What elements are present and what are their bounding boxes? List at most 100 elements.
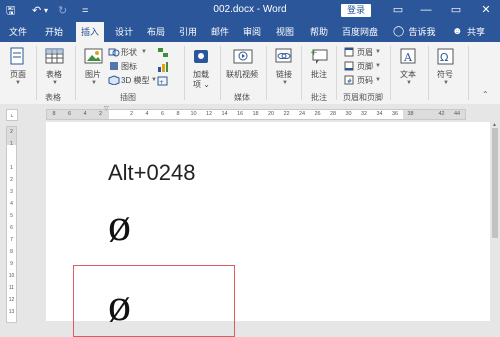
tab-design[interactable]: 设计: [110, 22, 138, 42]
restore-button[interactable]: ▭: [446, 2, 466, 18]
ribbon-insert: 页面 ▼ 表格 ▼ 表格 图片 ▼ 形状 ▼ 图标 3D 模型 ▼ + 插图 加…: [0, 42, 500, 105]
tab-view[interactable]: 视图: [271, 22, 299, 42]
tab-review[interactable]: 审阅: [238, 22, 266, 42]
pictures-label: 图片: [85, 70, 101, 79]
ruler-tick-label: 32: [360, 111, 368, 117]
vruler-tick-label: 4: [10, 201, 13, 207]
group-separator: [184, 46, 185, 100]
vruler-tick-label: 1: [10, 165, 13, 171]
collapse-ribbon-icon[interactable]: ⌃: [482, 90, 489, 99]
ribbon-display-icon[interactable]: ▭: [388, 2, 408, 18]
page-number-label: 页码: [357, 76, 373, 85]
ruler-row: ⌞ 8 6 4 2 2 4 6 8 10 12 14 16 18 20 22 24 26 28 30 32 34 36 38…: [0, 104, 500, 122]
table-icon: [45, 48, 64, 64]
title-bar: 🖫 ↶ ▾ ↻ = 002.docx - Word 登录 ▭ — ▭ ✕: [0, 0, 500, 22]
lightbulb-icon: ◯: [393, 26, 405, 37]
vruler-tick-label: 2: [10, 177, 13, 183]
tab-mailings[interactable]: 邮件: [206, 22, 234, 42]
cube-icon: [108, 75, 120, 85]
page-number-icon: #: [344, 75, 354, 85]
tab-references[interactable]: 引用: [174, 22, 202, 42]
document-page[interactable]: Alt+0248 ø ø: [46, 122, 490, 337]
ruler-tick-label: 20: [267, 111, 275, 117]
comment-icon: +: [310, 48, 328, 64]
link-label: 链接: [276, 70, 292, 79]
ruler-tick-label: 10: [190, 111, 197, 117]
header-icon: [344, 47, 354, 57]
tab-help[interactable]: 帮助: [305, 22, 333, 42]
header-label: 页眉: [357, 48, 373, 57]
vruler-tick-label: 5: [10, 213, 13, 219]
ruler-tick-label: 28: [329, 111, 337, 117]
chevron-down-icon: ▼: [282, 80, 288, 86]
horizontal-ruler[interactable]: 8 6 4 2 2 4 6 8 10 12 14 16 18 20 22 24 26 28 30 32 34 36 38 42…: [46, 109, 466, 120]
group-label-comments: 批注: [311, 93, 327, 102]
omega-icon: Ω: [437, 48, 454, 65]
chevron-down-icon: ▼: [15, 80, 21, 86]
chart-icon[interactable]: [157, 61, 169, 73]
shapes-label: 形状: [121, 48, 137, 57]
vruler-tick-label: 9: [10, 261, 13, 267]
ruler-tick-label: 4: [83, 111, 87, 117]
tab-insert[interactable]: 插入: [76, 22, 104, 42]
vruler-tick-label: 10: [8, 273, 15, 279]
vruler-tick-label: 7: [10, 237, 13, 243]
symbol-text-2[interactable]: ø: [108, 280, 131, 330]
vruler-tick-label: 1: [10, 141, 13, 147]
addins-label-line2: 项 ⌄: [193, 80, 210, 89]
svg-text:+: +: [310, 48, 318, 58]
ruler-tick-label: 2: [129, 111, 134, 117]
vruler-tick-label: 2: [10, 129, 13, 135]
tab-selector-icon[interactable]: ⌞: [6, 109, 18, 121]
ruler-tick-label: 36: [391, 111, 399, 117]
minimize-button[interactable]: —: [416, 2, 436, 18]
group-label-tables: 表格: [45, 93, 61, 102]
smartart-icon[interactable]: [157, 47, 169, 59]
tab-layout[interactable]: 布局: [142, 22, 170, 42]
close-button[interactable]: ✕: [476, 2, 496, 18]
ruler-tick-label: 24: [298, 111, 306, 117]
ruler-tick-label: 22: [283, 111, 290, 117]
svg-text:Ω: Ω: [440, 51, 448, 64]
svg-text:A: A: [403, 51, 413, 64]
screenshot-icon[interactable]: +: [157, 75, 169, 87]
group-separator: [336, 46, 337, 100]
ruler-tick-label: 42: [438, 111, 445, 117]
vruler-tick-label: 8: [10, 249, 13, 255]
link-icon: [275, 48, 292, 63]
textbox-label: 文本: [400, 70, 416, 79]
tab-home[interactable]: 开始: [40, 22, 68, 42]
tell-me-box[interactable]: 告诉我: [405, 22, 439, 42]
ruler-tick-label: 4: [145, 111, 149, 117]
scrollbar-thumb[interactable]: [492, 128, 498, 238]
pages-icon: [10, 47, 24, 65]
chevron-down-icon: ▼: [52, 80, 58, 86]
online-video-label: 联机视频: [226, 70, 258, 79]
comment-label: 批注: [311, 70, 327, 79]
indent-marker-icon[interactable]: ▽: [104, 105, 109, 112]
share-button[interactable]: 共享: [462, 22, 490, 42]
chevron-down-icon: ▼: [443, 80, 449, 86]
pages-label: 页面: [10, 70, 26, 79]
symbol-label: 符号: [437, 70, 453, 79]
table-label: 表格: [46, 70, 62, 79]
symbol-text-1[interactable]: ø: [108, 200, 131, 250]
tab-baidu-netdisk[interactable]: 百度网盘: [340, 22, 380, 42]
tab-file[interactable]: 文件: [4, 22, 32, 42]
vertical-scrollbar[interactable]: ▲: [490, 122, 500, 321]
chevron-down-icon: ▼: [406, 80, 412, 86]
heading-text[interactable]: Alt+0248: [108, 160, 195, 186]
vertical-ruler[interactable]: 2 1 1 2 3 4 5 6 7 8 9 10 11 12 13: [6, 126, 17, 323]
highlight-box: ø: [73, 265, 235, 337]
svg-text:+: +: [159, 79, 164, 86]
group-separator: [428, 46, 429, 100]
shapes-icon: [108, 48, 120, 57]
ruler-tick-label: 30: [345, 111, 352, 117]
group-separator: [220, 46, 221, 100]
ruler-tick-label: 14: [221, 111, 228, 117]
svg-text:#: #: [347, 78, 352, 85]
login-button[interactable]: 登录: [341, 4, 371, 17]
vruler-tick-label: 12: [8, 297, 15, 303]
group-label-media: 媒体: [234, 93, 250, 102]
textbox-icon: A: [400, 48, 416, 64]
